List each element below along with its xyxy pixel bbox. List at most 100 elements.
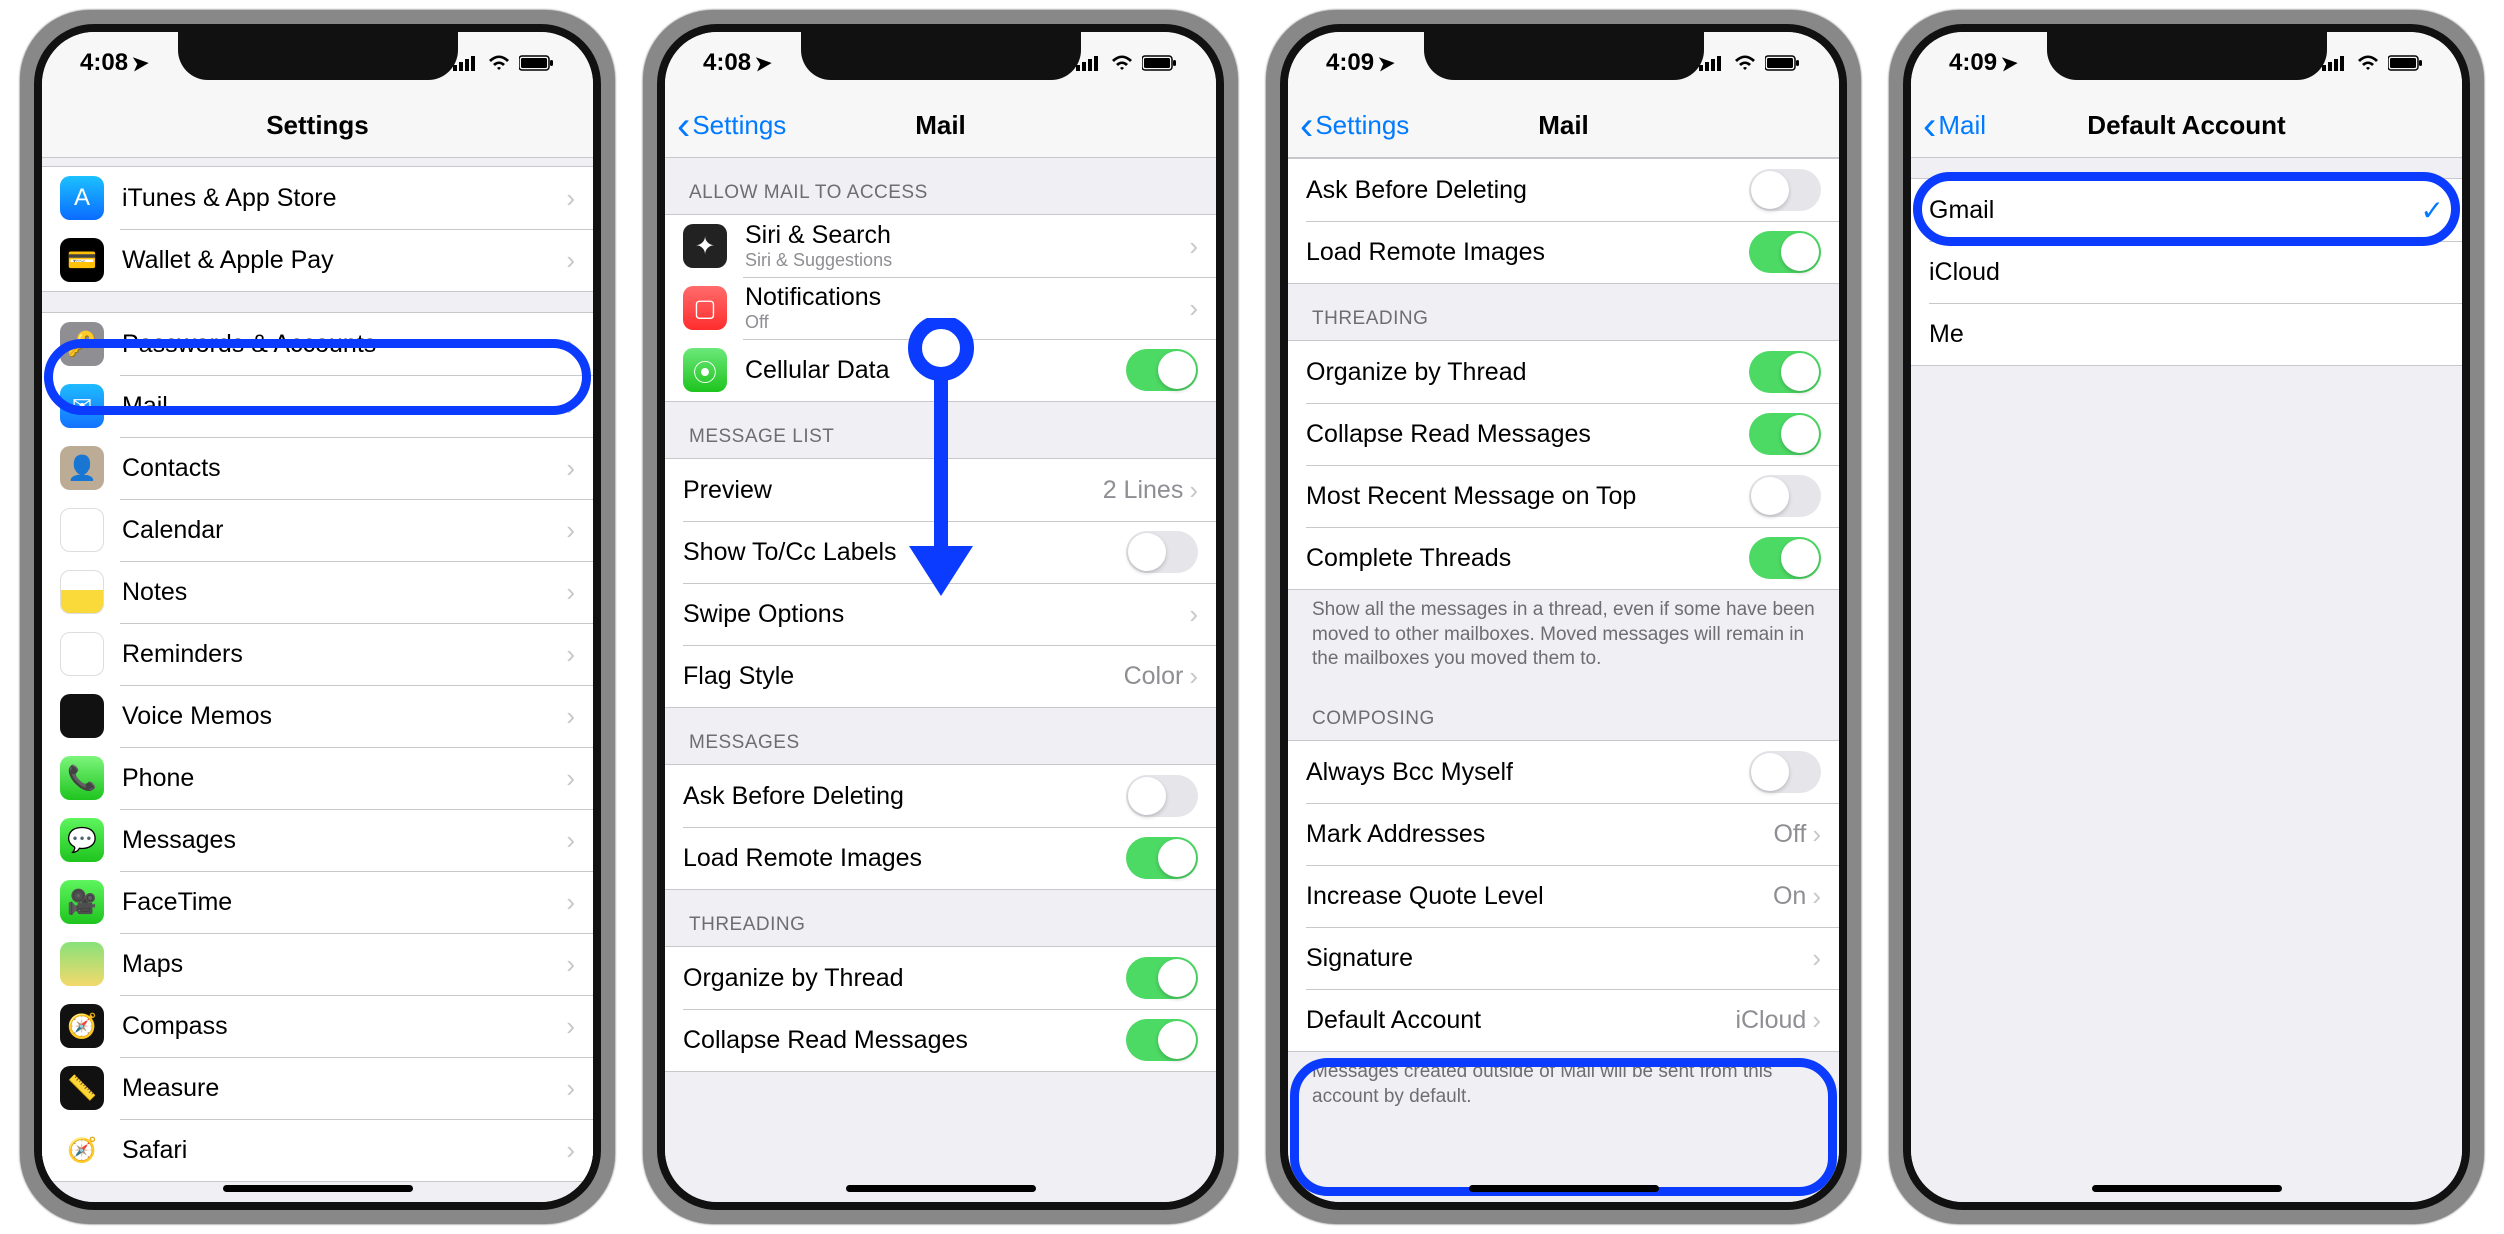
settings-row[interactable]: 📏Measure›: [42, 1057, 593, 1119]
settings-row[interactable]: Me: [1911, 303, 2462, 365]
status-time: 4:09: [1949, 49, 1997, 77]
settings-row[interactable]: 🔑Passwords & Accounts›: [42, 313, 593, 375]
settings-row[interactable]: Default AccountiCloud›: [1288, 989, 1839, 1051]
toggle-switch[interactable]: [1749, 475, 1821, 517]
toggle-switch[interactable]: [1749, 537, 1821, 579]
settings-row[interactable]: Ask Before Deleting: [665, 765, 1216, 827]
reminders-icon: [60, 632, 104, 676]
content[interactable]: Ask Before DeletingLoad Remote ImagesTHR…: [1288, 158, 1839, 1202]
settings-row[interactable]: Load Remote Images: [665, 827, 1216, 889]
toggle-switch[interactable]: [1126, 837, 1198, 879]
row-label: Organize by Thread: [683, 964, 1126, 993]
nav-title: Default Account: [2087, 110, 2285, 141]
content[interactable]: Gmail✓iCloudMe: [1911, 158, 2462, 1202]
home-indicator[interactable]: [223, 1185, 413, 1192]
row-label: Default Account: [1306, 1006, 1735, 1035]
chevron-right-icon: ›: [566, 577, 575, 608]
section-header: THREADING: [665, 890, 1216, 946]
settings-row[interactable]: Collapse Read Messages: [665, 1009, 1216, 1071]
home-indicator[interactable]: [846, 1185, 1036, 1192]
toggle-switch[interactable]: [1749, 169, 1821, 211]
toggle-switch[interactable]: [1126, 775, 1198, 817]
settings-row[interactable]: Calendar›: [42, 499, 593, 561]
settings-row[interactable]: Show To/Cc Labels: [665, 521, 1216, 583]
safari-icon: 🧭: [60, 1128, 104, 1172]
settings-row[interactable]: Maps›: [42, 933, 593, 995]
row-label: Voice Memos: [122, 702, 566, 731]
content[interactable]: ALLOW MAIL TO ACCESS✦Siri & SearchSiri &…: [665, 158, 1216, 1202]
toggle-switch[interactable]: [1126, 957, 1198, 999]
chevron-right-icon: ›: [1812, 1005, 1821, 1036]
notch: [2047, 32, 2327, 80]
settings-row[interactable]: Increase Quote LevelOn›: [1288, 865, 1839, 927]
settings-row[interactable]: 👤Contacts›: [42, 437, 593, 499]
settings-row[interactable]: 💳Wallet & Apple Pay›: [42, 229, 593, 291]
settings-row[interactable]: ✉︎Mail›: [42, 375, 593, 437]
measure-icon: 📏: [60, 1066, 104, 1110]
toggle-switch[interactable]: [1126, 349, 1198, 391]
settings-row[interactable]: Signature›: [1288, 927, 1839, 989]
settings-row[interactable]: Collapse Read Messages: [1288, 403, 1839, 465]
settings-row[interactable]: 🧭Compass›: [42, 995, 593, 1057]
settings-row[interactable]: AiTunes & App Store›: [42, 167, 593, 229]
row-sublabel: Siri & Suggestions: [745, 250, 892, 271]
toggle-switch[interactable]: [1749, 231, 1821, 273]
settings-row[interactable]: Most Recent Message on Top: [1288, 465, 1839, 527]
row-label: Gmail: [1929, 196, 2421, 225]
settings-row[interactable]: Load Remote Images: [1288, 221, 1839, 283]
row-label: Load Remote Images: [1306, 238, 1749, 267]
toggle-switch[interactable]: [1126, 1019, 1198, 1061]
row-label: Measure: [122, 1074, 566, 1103]
home-indicator[interactable]: [1469, 1185, 1659, 1192]
row-label: Most Recent Message on Top: [1306, 482, 1749, 511]
signal-icon: [453, 55, 479, 71]
toggle-switch[interactable]: [1749, 751, 1821, 793]
row-label: Load Remote Images: [683, 844, 1126, 873]
settings-row[interactable]: Notes›: [42, 561, 593, 623]
chevron-right-icon: ›: [1189, 475, 1198, 506]
settings-row[interactable]: Preview2 Lines›: [665, 459, 1216, 521]
settings-row[interactable]: Ask Before Deleting: [1288, 159, 1839, 221]
home-indicator[interactable]: [2092, 1185, 2282, 1192]
nav-title: Mail: [1538, 110, 1589, 141]
row-label: Contacts: [122, 454, 566, 483]
chevron-right-icon: ›: [566, 763, 575, 794]
settings-row[interactable]: Swipe Options›: [665, 583, 1216, 645]
settings-row[interactable]: Complete Threads: [1288, 527, 1839, 589]
back-label: Settings: [1315, 110, 1409, 141]
battery-icon: [519, 55, 555, 71]
nav-bar: ‹Settings Mail: [665, 94, 1216, 158]
settings-group: Ask Before Deleting Load Remote Images: [1288, 158, 1839, 284]
row-label: Phone: [122, 764, 566, 793]
toggle-switch[interactable]: [1126, 531, 1198, 573]
chevron-left-icon: ‹: [677, 106, 690, 146]
settings-row[interactable]: iCloud: [1911, 241, 2462, 303]
row-value: Color: [1124, 662, 1184, 691]
back-button[interactable]: ‹Settings: [677, 106, 786, 146]
toggle-switch[interactable]: [1749, 413, 1821, 455]
settings-row[interactable]: Organize by Thread: [665, 947, 1216, 1009]
facetime-icon: 🎥: [60, 880, 104, 924]
settings-row[interactable]: Flag StyleColor›: [665, 645, 1216, 707]
back-button[interactable]: ‹Mail: [1923, 106, 1986, 146]
settings-row[interactable]: Voice Memos›: [42, 685, 593, 747]
settings-row[interactable]: Gmail✓: [1911, 179, 2462, 241]
back-button[interactable]: ‹Settings: [1300, 106, 1409, 146]
settings-row[interactable]: 💬Messages›: [42, 809, 593, 871]
chevron-right-icon: ›: [566, 1135, 575, 1166]
toggle-switch[interactable]: [1749, 351, 1821, 393]
settings-row[interactable]: Always Bcc Myself: [1288, 741, 1839, 803]
content[interactable]: AiTunes & App Store›💳Wallet & Apple Pay›…: [42, 158, 593, 1202]
settings-row[interactable]: ▢NotificationsOff›: [665, 277, 1216, 339]
row-label: Messages: [122, 826, 566, 855]
settings-row[interactable]: Mark AddressesOff›: [1288, 803, 1839, 865]
settings-row[interactable]: 🧭Safari›: [42, 1119, 593, 1181]
settings-row[interactable]: Organize by Thread: [1288, 341, 1839, 403]
chevron-right-icon: ›: [1189, 599, 1198, 630]
settings-row[interactable]: ✦Siri & SearchSiri & Suggestions›: [665, 215, 1216, 277]
settings-row[interactable]: 📞Phone›: [42, 747, 593, 809]
settings-row[interactable]: 🎥FaceTime›: [42, 871, 593, 933]
settings-row[interactable]: Reminders›: [42, 623, 593, 685]
nav-bar: Settings: [42, 94, 593, 158]
settings-row[interactable]: ⦿Cellular Data: [665, 339, 1216, 401]
